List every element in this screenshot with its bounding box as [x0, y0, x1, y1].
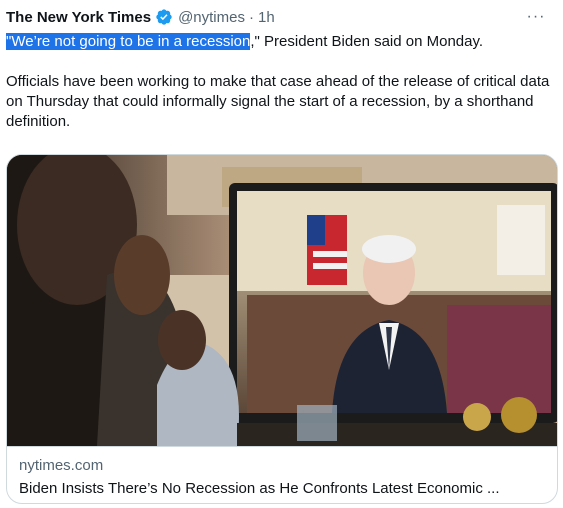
link-card[interactable]: nytimes.com Biden Insists There’s No Rec… — [6, 154, 558, 504]
tweet-text: "We’re not going to be in a recession," … — [6, 32, 554, 132]
tweet-header: The New York Times @nytimes · 1h ··· — [6, 6, 553, 28]
card-meta[interactable]: nytimes.com Biden Insists There’s No Rec… — [7, 446, 557, 503]
separator-dot: · — [248, 8, 254, 26]
more-options-icon[interactable]: ··· — [523, 6, 549, 28]
card-domain: nytimes.com — [19, 457, 104, 474]
quote-attribution: ," President Biden said on Monday. — [250, 33, 484, 50]
card-title: Biden Insists There’s No Recession as He… — [19, 480, 500, 497]
author-name[interactable]: The New York Times — [6, 9, 151, 26]
photo-biden-video-call-icon — [7, 155, 557, 446]
selected-quote: "We’re not going to be in a recession — [6, 33, 251, 50]
verified-badge-icon — [155, 8, 173, 26]
tweet-time[interactable]: 1h — [258, 9, 275, 26]
card-image[interactable] — [7, 155, 557, 446]
tweet-paragraph-2: Officials have been working to make that… — [6, 73, 550, 130]
author-handle[interactable]: @nytimes — [178, 9, 245, 26]
tweet-paragraph-1: "We’re not going to be in a recession," … — [6, 32, 554, 52]
